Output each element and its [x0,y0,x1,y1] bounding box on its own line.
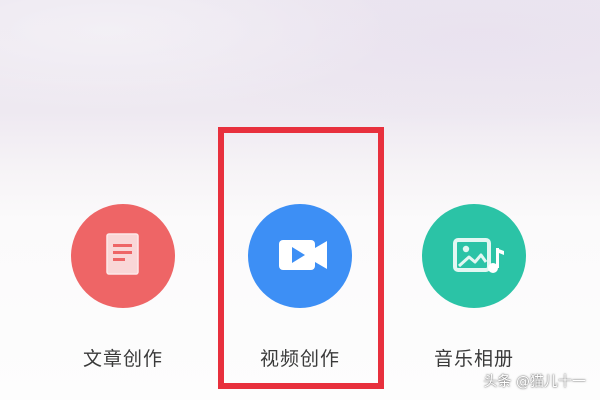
watermark: 头条 @猫儿十一 [483,374,586,390]
article-icon-circle [71,204,175,308]
music-icon-circle [422,204,526,308]
document-icon [106,233,139,275]
article-creation-label: 文章创作 [82,348,163,370]
music-album-button[interactable]: 音乐相册 [414,204,534,374]
music-album-label: 音乐相册 [433,348,514,370]
article-creation-button[interactable]: 文章创作 [63,204,183,374]
highlight-box [218,127,384,389]
photo-music-icon [453,238,504,273]
